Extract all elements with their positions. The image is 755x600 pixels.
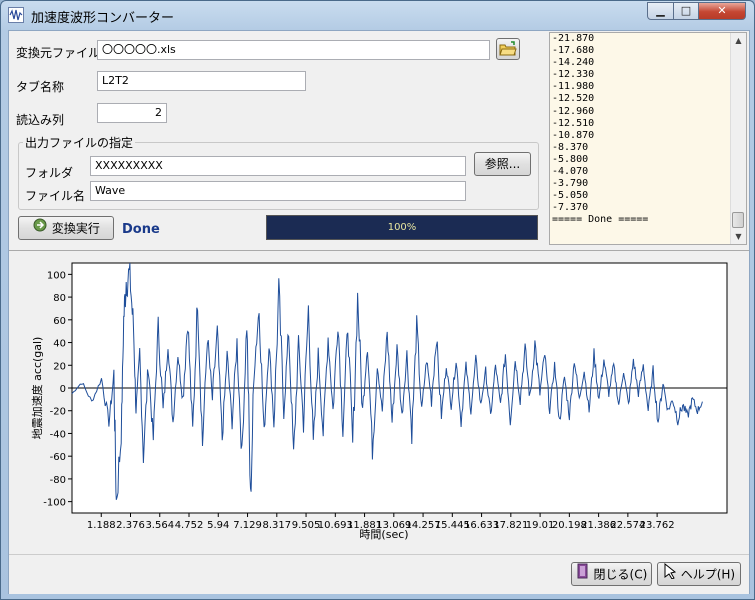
x-axis-label: 時間(sec) — [359, 528, 408, 541]
client-area: 変換元ファイル 〇〇〇〇〇.xls タブ名称 L2T2 読込み列 2 出力ファイ… — [8, 30, 750, 594]
log-scrollbar[interactable]: ▲ ▼ — [730, 33, 746, 244]
x-tick-label: 1.188 — [87, 520, 116, 531]
y-tick-label: -40 — [50, 429, 66, 440]
folder-input[interactable]: XXXXXXXXX — [90, 156, 466, 176]
y-tick-label: 40 — [53, 339, 66, 350]
log-line: -12.520 — [552, 93, 595, 105]
source-file-input[interactable]: 〇〇〇〇〇.xls — [97, 40, 490, 60]
log-lines: -21.870 -17.680 -14.240 -12.330 -11.980 -12.5… — [550, 33, 746, 227]
log-line: -5.800 — [552, 153, 589, 165]
window-title: 加速度波形コンバーター — [31, 11, 175, 26]
minimize-button[interactable]: ▁ — [647, 2, 674, 20]
filename-input[interactable]: Wave — [90, 181, 466, 201]
log-line: -4.070 — [552, 166, 589, 178]
x-tick-label: 19.01 — [526, 520, 555, 531]
y-tick-label: 60 — [53, 316, 66, 327]
log-line: -12.330 — [552, 69, 595, 81]
filename-label: ファイル名 — [25, 189, 86, 203]
y-tick-label: 0 — [60, 384, 66, 395]
tab-name-label: タブ名称 — [16, 80, 65, 94]
y-tick-label: -20 — [50, 407, 66, 418]
log-line: -12.960 — [552, 105, 595, 117]
folder-open-icon — [499, 41, 517, 60]
maximize-button[interactable]: □ — [673, 2, 699, 20]
x-tick-label: 23.762 — [640, 520, 675, 531]
log-line: -8.370 — [552, 141, 589, 153]
x-tick-label: 5.94 — [207, 520, 229, 531]
progress-bar: 100% — [266, 215, 538, 240]
x-tick-label: 3.564 — [145, 520, 174, 531]
log-line: -12.510 — [552, 117, 595, 129]
log-line: -5.050 — [552, 190, 589, 202]
x-tick-label: 9.505 — [292, 520, 321, 531]
log-output[interactable]: -21.870 -17.680 -14.240 -12.330 -11.980 -12.5… — [549, 32, 747, 245]
output-group-title: 出力ファイルの指定 — [23, 134, 136, 151]
app-window: 加速度波形コンバーター ▁ □ ✕ 変換元ファイル 〇〇〇〇〇.xls タブ名称… — [0, 0, 755, 600]
folder-label: フォルダ — [25, 166, 74, 180]
y-axis-label: 地震加速度 acc(gal) — [30, 337, 44, 440]
help-button[interactable]: ヘルプ(H) — [657, 562, 741, 586]
y-tick-label: 80 — [53, 293, 66, 304]
title-bar[interactable]: 加速度波形コンバーター ▁ □ ✕ — [1, 1, 754, 29]
source-file-label: 変換元ファイル — [16, 46, 101, 60]
close-window-button[interactable]: ✕ — [698, 2, 746, 20]
log-line: ===== Done ===== — [552, 214, 649, 226]
status-text: Done — [122, 222, 160, 237]
close-door-icon — [576, 563, 590, 586]
y-tick-label: 20 — [53, 361, 66, 372]
x-tick-label: 4.752 — [175, 520, 204, 531]
convert-icon — [32, 217, 48, 240]
scroll-down-icon[interactable]: ▼ — [731, 229, 746, 244]
convert-button[interactable]: 変換実行 — [18, 216, 114, 240]
y-tick-label: 100 — [47, 270, 66, 281]
x-tick-label: 8.317 — [262, 520, 291, 531]
read-column-input[interactable]: 2 — [97, 103, 167, 123]
x-tick-label: 7.129 — [233, 520, 262, 531]
footer-bar: 閉じる(C) ヘルプ(H) — [9, 554, 749, 594]
scroll-up-icon[interactable]: ▲ — [731, 33, 746, 48]
log-line: -11.980 — [552, 81, 595, 93]
log-line: -21.870 — [552, 33, 595, 44]
tab-name-input[interactable]: L2T2 — [97, 71, 306, 91]
log-line: -10.870 — [552, 129, 595, 141]
x-tick-label: 17.821 — [493, 520, 528, 531]
read-column-label: 読込み列 — [16, 113, 65, 127]
log-line: -7.370 — [552, 202, 589, 214]
open-file-button[interactable] — [496, 38, 520, 60]
settings-panel: 変換元ファイル 〇〇〇〇〇.xls タブ名称 L2T2 読込み列 2 出力ファイ… — [9, 31, 749, 249]
close-button[interactable]: 閉じる(C) — [571, 562, 652, 586]
log-line: -3.790 — [552, 178, 589, 190]
scroll-thumb[interactable] — [732, 212, 744, 228]
y-tick-label: -100 — [43, 498, 66, 509]
log-line: -17.680 — [552, 45, 595, 57]
app-icon — [8, 7, 24, 23]
help-icon — [663, 562, 677, 586]
progress-text: 100% — [387, 222, 417, 233]
waveform-chart: 100 80 60 40 20 0 -20 -40 -60 -80 -100 1.188 2.376 3… — [30, 262, 728, 541]
chart-area: 100 80 60 40 20 0 -20 -40 -60 -80 -100 1.188 2.376 3… — [9, 250, 749, 551]
convert-button-label: 変換実行 — [51, 221, 100, 236]
help-button-label: ヘルプ(H) — [680, 567, 736, 582]
y-tick-label: -60 — [50, 452, 66, 463]
close-button-label: 閉じる(C) — [593, 567, 648, 582]
x-tick-label: 2.376 — [116, 520, 145, 531]
browse-button[interactable]: 参照... — [474, 152, 531, 176]
log-line: -14.240 — [552, 57, 595, 69]
y-tick-label: -80 — [50, 475, 66, 486]
